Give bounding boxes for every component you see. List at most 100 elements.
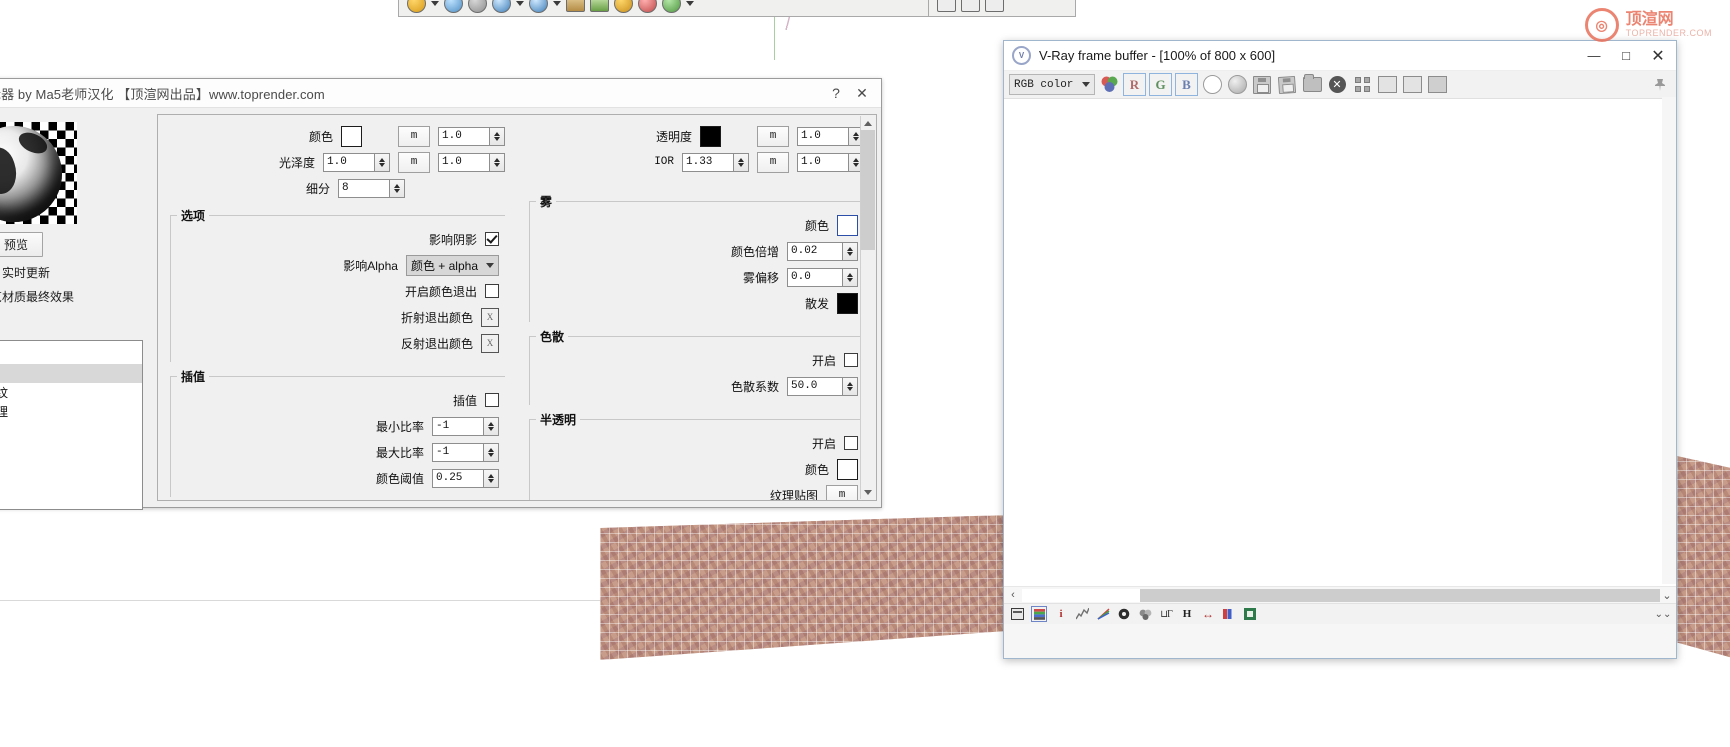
spinner-input[interactable] bbox=[438, 126, 489, 146]
spinner-input[interactable] bbox=[432, 442, 483, 462]
vfb-render-image[interactable] bbox=[1004, 99, 1676, 586]
transparency-swatch[interactable] bbox=[700, 125, 721, 147]
param-row-max-rate[interactable]: 最大比率 bbox=[177, 439, 499, 465]
chevron-down-icon-3[interactable] bbox=[553, 0, 561, 6]
map-button[interactable]: m bbox=[398, 151, 430, 173]
color-map-amount-spinner[interactable] bbox=[438, 126, 505, 146]
param-row-dispersion-on[interactable]: 开启 bbox=[536, 347, 858, 373]
material-editor-titlebar[interactable]: V-Ray 2.0 材质编辑器 by Ma5老师汉化 【顶渲网出品】www.to… bbox=[0, 79, 881, 108]
param-row-color-threshold[interactable]: 颜色阈值 bbox=[177, 465, 499, 491]
spinner-input[interactable] bbox=[438, 152, 489, 172]
vfb-titlebar[interactable]: V V-Ray frame buffer - [100% of 800 x 60… bbox=[1004, 41, 1676, 71]
param-row-fog-bias[interactable]: 雾偏移 bbox=[536, 264, 858, 290]
tree-item-scene-materials[interactable]: ⌄ 场景材质 bbox=[0, 345, 142, 364]
spinner-arrows[interactable] bbox=[842, 241, 858, 261]
vray-proxy-icon[interactable] bbox=[566, 0, 585, 12]
maximize-button[interactable]: □ bbox=[1610, 42, 1642, 69]
levels-icon[interactable]: ⊔Γ bbox=[1159, 607, 1173, 621]
vfb-toolbar[interactable]: RGB color R G B ✕ bbox=[1004, 71, 1676, 99]
fog-bias-spinner[interactable] bbox=[787, 267, 858, 287]
max-rate-spinner[interactable] bbox=[432, 442, 499, 462]
realtime-update-row[interactable]: 实时更新 bbox=[0, 264, 143, 281]
alpha-white-button[interactable] bbox=[1201, 74, 1223, 95]
affect-alpha-dropdown[interactable]: 颜色 + alpha bbox=[405, 254, 499, 276]
spinner-arrows[interactable] bbox=[733, 152, 749, 172]
color-corrections-icon[interactable] bbox=[1031, 606, 1047, 622]
fog-color-swatch[interactable] bbox=[837, 214, 858, 236]
secondary-toolbar[interactable] bbox=[928, 0, 1076, 17]
color-channels-icon[interactable] bbox=[1098, 74, 1120, 95]
abbe-spinner[interactable] bbox=[787, 376, 858, 396]
lut-icon[interactable] bbox=[1222, 607, 1236, 621]
help-button[interactable]: ? bbox=[823, 83, 849, 103]
param-row-translucent-map[interactable]: 纹理贴图 m bbox=[536, 482, 858, 500]
clear-image-button[interactable]: ✕ bbox=[1326, 74, 1348, 95]
tree-item-metal-white-steel[interactable]: ❯ 金属白色钢纹理 bbox=[0, 402, 142, 421]
reflect-exit-color-button[interactable]: X bbox=[481, 333, 499, 353]
scroll-left-button[interactable]: ‹ bbox=[1004, 589, 1022, 601]
pin-icon[interactable] bbox=[1649, 74, 1671, 95]
open-image-button[interactable] bbox=[1301, 74, 1323, 95]
scrollbar-thumb[interactable] bbox=[1140, 588, 1660, 602]
vray-ies-light-icon[interactable] bbox=[662, 0, 681, 13]
spinner-arrows[interactable] bbox=[489, 126, 505, 146]
map-button[interactable]: m bbox=[398, 125, 430, 147]
glossiness-map-amount-spinner[interactable] bbox=[438, 152, 505, 172]
vray-frame-buffer-icon[interactable] bbox=[492, 0, 511, 13]
color-swatch[interactable] bbox=[341, 125, 362, 147]
alpha-gray-button[interactable] bbox=[1226, 74, 1248, 95]
scrollbar-track[interactable] bbox=[1022, 588, 1660, 602]
save-all-channels-button[interactable] bbox=[1276, 74, 1298, 95]
spinner-arrows[interactable] bbox=[842, 267, 858, 287]
spinner-arrows[interactable] bbox=[842, 376, 858, 396]
red-channel-button[interactable]: R bbox=[1123, 73, 1146, 96]
vfb-status-bar[interactable]: i ⊔Γ H ↔ ⌄⌄ bbox=[1004, 603, 1676, 624]
hue-icon[interactable]: H bbox=[1180, 607, 1194, 621]
map-button[interactable]: m bbox=[757, 125, 789, 147]
expand-panel-button[interactable]: ⌄ bbox=[1658, 589, 1676, 602]
vray-material-editor-icon[interactable] bbox=[468, 0, 487, 13]
glossiness-spinner[interactable] bbox=[323, 152, 390, 172]
spinner-arrows[interactable] bbox=[389, 178, 405, 198]
green-channel-button[interactable]: G bbox=[1149, 73, 1172, 96]
enable-color-exit-checkbox[interactable] bbox=[485, 284, 499, 298]
dispersion-checkbox[interactable] bbox=[844, 353, 858, 367]
tool-icon-b[interactable] bbox=[961, 0, 980, 12]
chevron-down-icon-1[interactable] bbox=[431, 0, 439, 6]
preview-button[interactable]: 预览 bbox=[0, 232, 43, 257]
track-mouse-button[interactable] bbox=[1376, 74, 1398, 95]
spinner-input[interactable] bbox=[797, 126, 848, 146]
chevron-down-icon[interactable] bbox=[1082, 82, 1090, 87]
vray-light-icon[interactable] bbox=[529, 0, 548, 13]
scroll-up-button[interactable] bbox=[861, 116, 875, 130]
spinner-input[interactable] bbox=[787, 376, 842, 396]
param-row-interpolation[interactable]: 插值 bbox=[177, 387, 499, 413]
chevron-down-icon-2[interactable] bbox=[516, 0, 524, 6]
param-row-transparency[interactable]: 透明度 m bbox=[529, 123, 864, 149]
param-row-translucent-on[interactable]: 开启 bbox=[536, 430, 858, 456]
ior-spinner[interactable] bbox=[682, 152, 749, 172]
param-row-enable-fog-exit[interactable]: 开启颜色退出 bbox=[177, 278, 499, 304]
spinner-arrows[interactable] bbox=[483, 442, 499, 462]
interpolation-checkbox[interactable] bbox=[485, 393, 499, 407]
param-row-affect-shadows[interactable]: 影响阴影 bbox=[177, 226, 499, 252]
channel-select-dropdown[interactable]: RGB color bbox=[1009, 74, 1095, 95]
transparency-map-amount-spinner[interactable] bbox=[797, 126, 864, 146]
horizontal-stretch-icon[interactable]: ↔ bbox=[1201, 607, 1215, 621]
curve-icon[interactable] bbox=[1075, 607, 1089, 621]
param-row-min-rate[interactable]: 最小比率 bbox=[177, 413, 499, 439]
spinner-input[interactable] bbox=[432, 468, 483, 488]
spinner-input[interactable] bbox=[787, 267, 842, 287]
param-row-dispersion-abbe[interactable]: 色散系数 bbox=[536, 373, 858, 399]
close-button[interactable]: ✕ bbox=[1642, 42, 1674, 69]
spinner-input[interactable] bbox=[432, 416, 483, 436]
vfb-horizontal-scrollbar[interactable]: ‹ › ⌄ bbox=[1004, 586, 1676, 603]
param-row-affect-alpha[interactable]: 影响Alpha 颜色 + alpha bbox=[177, 252, 499, 278]
save-image-button[interactable] bbox=[1251, 74, 1273, 95]
param-row-reflect-exit-color[interactable]: 反射退出颜色 X bbox=[177, 330, 499, 356]
translucent-color-swatch[interactable] bbox=[837, 458, 858, 480]
chevron-down-icon-4[interactable] bbox=[686, 0, 694, 6]
blue-channel-button[interactable]: B bbox=[1175, 73, 1198, 96]
vray-sphere-light-icon[interactable] bbox=[614, 0, 633, 13]
close-button[interactable]: ✕ bbox=[849, 83, 875, 103]
